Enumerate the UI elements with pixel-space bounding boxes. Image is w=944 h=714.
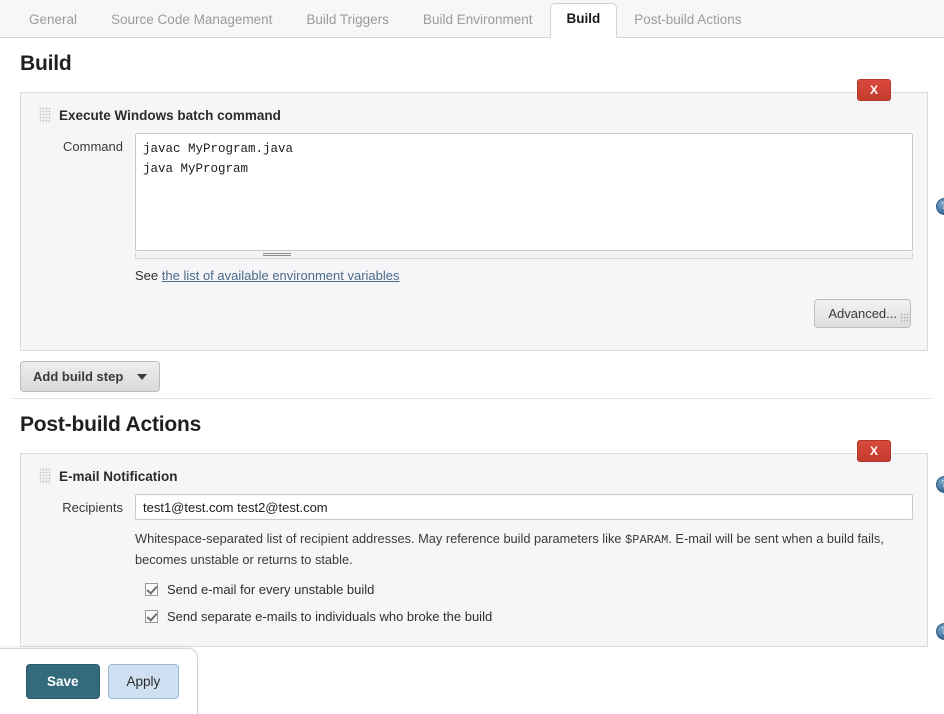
advanced-button[interactable]: Advanced... — [814, 299, 911, 328]
email-notification-panel: X ? ? E-mail Notification Recipients Whi… — [20, 453, 928, 647]
tab-post-build-actions[interactable]: Post-build Actions — [617, 4, 758, 38]
build-steps-container: X ? Execute Windows batch command Comman… — [0, 92, 944, 351]
save-button[interactable]: Save — [26, 664, 100, 699]
tab-build[interactable]: Build — [550, 3, 618, 38]
env-variables-link[interactable]: the list of available environment variab… — [162, 268, 400, 283]
add-build-step-row: Add build step — [0, 351, 944, 392]
tab-general[interactable]: General — [12, 4, 94, 38]
checkbox-row-unstable[interactable]: Send e-mail for every unstable build — [135, 570, 913, 597]
postbuild-section-heading: Post-build Actions — [0, 399, 944, 451]
recipients-label: Recipients — [35, 494, 135, 515]
help-icon-broke-build[interactable]: ? — [936, 623, 944, 640]
postbuild-steps-container: X ? ? E-mail Notification Recipients Whi… — [0, 453, 944, 647]
checkbox-send-email-unstable[interactable] — [145, 583, 158, 596]
email-step-title: E-mail Notification — [59, 469, 178, 484]
apply-button[interactable]: Apply — [108, 664, 180, 699]
checkbox-row-separate-emails[interactable]: Send separate e-mails to individuals who… — [135, 597, 913, 624]
tab-build-environment[interactable]: Build Environment — [406, 4, 550, 38]
checkbox-label-unstable: Send e-mail for every unstable build — [167, 582, 374, 597]
tab-source-code-management[interactable]: Source Code Management — [94, 4, 289, 38]
form-action-bar: Save Apply — [0, 648, 198, 714]
env-variables-hint: See the list of available environment va… — [135, 259, 913, 283]
recipients-description: Whitespace-separated list of recipient a… — [135, 520, 913, 570]
add-build-step-label: Add build step — [33, 369, 123, 384]
description-param-token: $PARAM — [625, 533, 668, 547]
textarea-drag-bar[interactable] — [135, 252, 913, 259]
tab-build-triggers[interactable]: Build Triggers — [289, 4, 406, 38]
recipients-form-row: Recipients Whitespace-separated list of … — [35, 494, 913, 624]
build-section-heading: Build — [0, 38, 944, 90]
build-step-panel: X ? Execute Windows batch command Comman… — [20, 92, 928, 351]
add-build-step-button[interactable]: Add build step — [20, 361, 160, 392]
delete-build-step-button[interactable]: X — [857, 79, 891, 101]
email-step-header: E-mail Notification — [35, 464, 913, 494]
help-icon-command[interactable]: ? — [936, 198, 944, 215]
see-prefix-text: See — [135, 268, 158, 283]
command-form-row: Command See the list of available enviro… — [35, 133, 913, 328]
checkbox-label-separate-emails: Send separate e-mails to individuals who… — [167, 609, 492, 624]
help-icon-recipients[interactable]: ? — [936, 476, 944, 493]
recipients-input[interactable] — [135, 494, 913, 520]
command-label: Command — [35, 133, 135, 154]
command-field-wrapper: See the list of available environment va… — [135, 133, 913, 328]
advanced-button-row: Advanced... — [135, 283, 913, 328]
drag-handle-icon[interactable] — [39, 468, 51, 484]
description-text-part1: Whitespace-separated list of recipient a… — [135, 531, 625, 546]
build-step-header: Execute Windows batch command — [35, 103, 913, 133]
drag-handle-icon[interactable] — [39, 107, 51, 123]
build-step-title: Execute Windows batch command — [59, 108, 281, 123]
config-tab-bar: General Source Code Management Build Tri… — [0, 0, 944, 38]
command-textarea[interactable] — [135, 133, 913, 251]
config-page-body: Build X ? Execute Windows batch command … — [0, 38, 944, 714]
delete-postbuild-step-button[interactable]: X — [857, 440, 891, 462]
checkbox-send-separate-emails[interactable] — [145, 610, 158, 623]
chevron-down-icon — [137, 374, 147, 380]
recipients-field-wrapper: Whitespace-separated list of recipient a… — [135, 494, 913, 624]
